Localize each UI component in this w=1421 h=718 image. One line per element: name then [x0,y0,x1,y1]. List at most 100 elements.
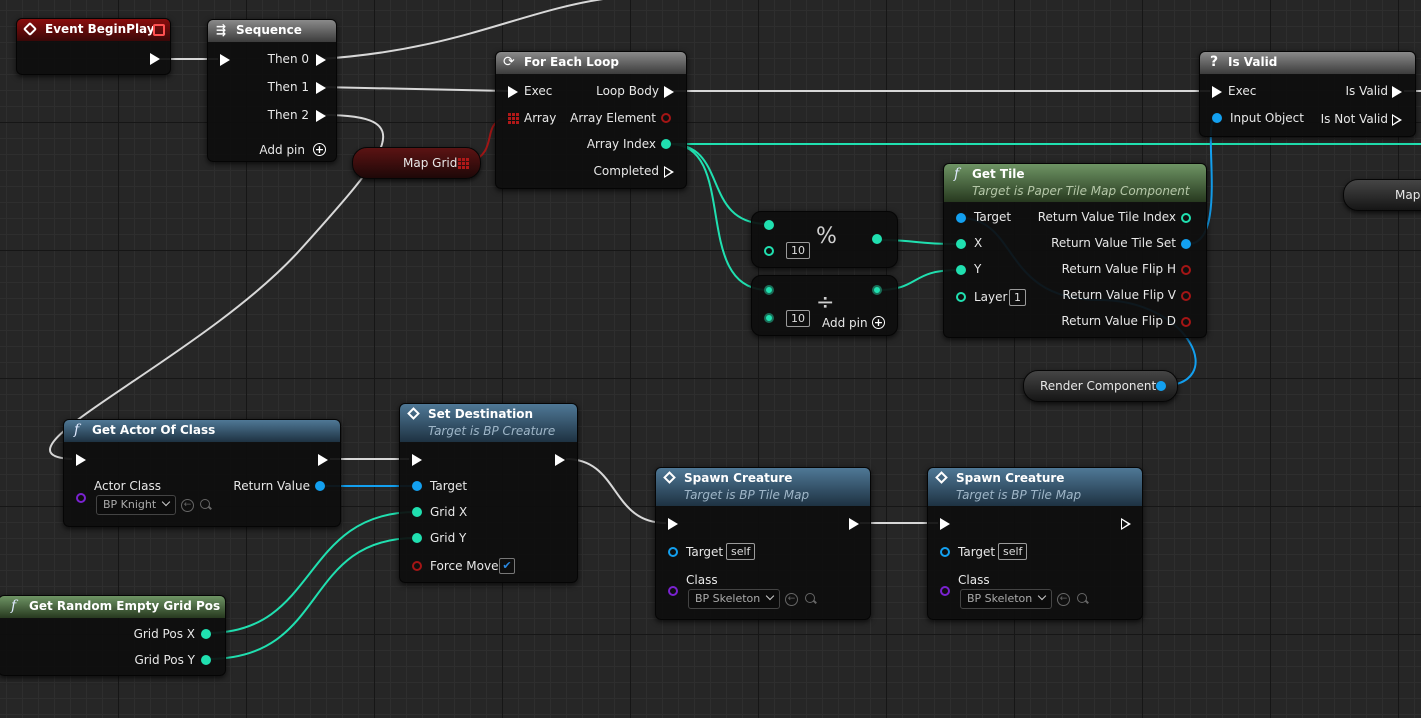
modulo-node[interactable]: 10 % [751,211,898,268]
actor-class-dropdown[interactable]: BP Knight [96,495,177,515]
array-in-pin[interactable] [508,113,519,124]
layer-in-pin[interactable] [956,292,966,302]
get-tile-node[interactable]: f Get Tile Target is Paper Tile Map Comp… [943,163,1207,338]
x-in-pin[interactable] [956,239,966,249]
use-selected-icon[interactable]: ← [181,499,194,512]
target-self-box[interactable]: self [998,543,1028,560]
get-actor-of-class-node[interactable]: f Get Actor Of Class Actor Class BP Knig… [63,419,341,527]
class-label: Class [958,573,990,587]
spawn-creature-node-2[interactable]: Spawn Creature Target is BP Tile Map Tar… [927,467,1143,620]
dividend-in-pin[interactable] [764,285,774,295]
exec-out-pin[interactable] [849,518,859,530]
delegate-pin-icon[interactable] [153,24,165,36]
use-selected-icon[interactable]: ← [785,593,798,606]
exec-in-pin[interactable] [940,518,950,530]
divisor-in-pin[interactable] [764,246,774,256]
layer-value[interactable]: 1 [1009,289,1026,306]
sequence-node[interactable]: ⇶ Sequence Then 0 Then 1 Then 2 Add pin … [207,19,337,162]
divisor-value[interactable]: 10 [786,242,810,259]
exec-in-pin[interactable] [76,454,86,466]
exec-in-pin[interactable] [668,518,678,530]
force-move-pin[interactable] [412,561,422,571]
exec-in-pin[interactable] [1212,86,1222,98]
wire-int-gridy-setdest [207,537,417,660]
exec-in-pin[interactable] [508,86,518,98]
class-pin[interactable] [940,586,950,596]
loop-body-pin[interactable] [664,86,674,98]
divisor-value[interactable]: 10 [786,310,810,327]
target-pin[interactable] [412,481,422,491]
y-in-pin[interactable] [956,265,966,275]
grid-pos-y-pin[interactable] [201,655,211,665]
then1-pin[interactable] [316,82,326,94]
object-out-pin[interactable] [1156,381,1166,391]
class-pin[interactable] [668,586,678,596]
divide-out-pin[interactable] [872,285,882,295]
exec-out-pin[interactable] [1121,518,1131,530]
then2-pin[interactable] [316,110,326,122]
force-move-label: Force Move [430,559,499,573]
browse-icon[interactable] [1077,593,1087,603]
array-element-pin[interactable] [661,113,671,123]
browse-icon[interactable] [200,499,210,509]
node-subtitle: Target is BP Tile Map [956,488,1082,502]
get-random-empty-grid-pos-node[interactable]: f Get Random Empty Grid Pos Grid Pos X G… [0,595,226,676]
exec-in-pin[interactable] [220,54,230,66]
add-pin-icon[interactable]: + [872,316,885,329]
add-pin-label[interactable]: Add pin [259,143,305,157]
map-grid-variable[interactable]: Map Grid [352,147,481,179]
exec-label: Exec [1228,84,1257,98]
exec-out-pin[interactable] [318,454,328,466]
divisor-in-pin[interactable] [764,313,774,323]
spawn-creature-node-1[interactable]: Spawn Creature Target is BP Tile Map Tar… [655,467,871,620]
use-selected-icon[interactable]: ← [1057,593,1070,606]
target-in-pin[interactable] [956,213,966,223]
return-value-pin[interactable] [315,481,325,491]
exec-label: Exec [524,84,553,98]
is-valid-label: Is Valid [1345,84,1388,98]
grid-x-pin[interactable] [412,507,422,517]
array-index-pin[interactable] [661,139,671,149]
array-out-pin[interactable] [458,158,469,169]
completed-pin[interactable] [664,166,674,178]
target-label: Target [958,545,996,559]
target-pin[interactable] [668,547,678,557]
exec-out-pin[interactable] [150,53,160,65]
grid-pos-x-pin[interactable] [201,629,211,639]
map-variable-cut[interactable]: Map [1343,179,1421,211]
return-flip-v-pin[interactable] [1181,291,1191,301]
is-valid-node[interactable]: ? Is Valid Exec Input Object Is Valid Is… [1199,51,1416,137]
return-tile-set-pin[interactable] [1181,239,1191,249]
node-header: f Get Actor Of Class [64,420,340,442]
chevron-down-icon [161,497,171,507]
chevron-down-icon [1038,591,1047,601]
divide-node[interactable]: 10 ÷ Add pin + [751,275,898,336]
node-header: ⟳ For Each Loop [496,52,686,74]
is-not-valid-pin[interactable] [1392,114,1402,126]
actor-class-pin[interactable] [76,493,86,503]
render-component-variable[interactable]: Render Component [1023,370,1178,402]
exec-out-pin[interactable] [555,454,565,466]
node-title: Get Actor Of Class [92,423,216,437]
force-move-checkbox[interactable]: ✔ [499,558,515,574]
target-self-box[interactable]: self [726,543,756,560]
add-pin-label[interactable]: Add pin [822,316,868,330]
return-flip-d-pin[interactable] [1181,317,1191,327]
add-pin-icon[interactable]: + [313,143,326,156]
event-beginplay-node[interactable]: Event BeginPlay [16,18,171,75]
return-tile-index-pin[interactable] [1181,213,1191,223]
class-dropdown[interactable]: BP Skeleton [688,589,781,609]
set-destination-node[interactable]: Set Destination Target is BP Creature Ta… [399,403,578,583]
modulo-out-pin[interactable] [872,234,882,244]
is-valid-pin[interactable] [1392,86,1402,98]
exec-in-pin[interactable] [412,454,422,466]
input-object-pin[interactable] [1212,113,1222,123]
dividend-in-pin[interactable] [764,220,774,230]
for-each-loop-node[interactable]: ⟳ For Each Loop Exec Array Loop Body Arr… [495,51,687,189]
target-pin[interactable] [940,547,950,557]
return-flip-h-pin[interactable] [1181,265,1191,275]
browse-icon[interactable] [805,593,815,603]
grid-y-pin[interactable] [412,533,422,543]
class-dropdown[interactable]: BP Skeleton [960,589,1053,609]
then0-pin[interactable] [316,54,326,66]
